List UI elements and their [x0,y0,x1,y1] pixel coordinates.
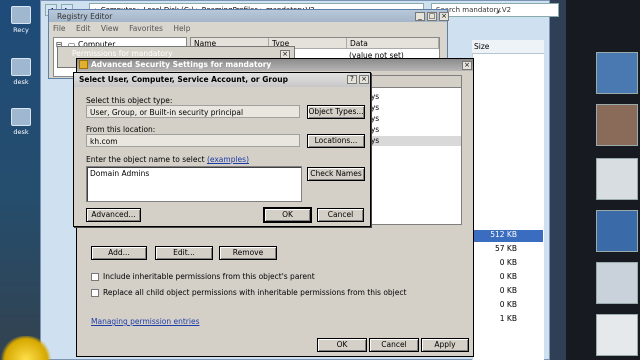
inherit-checkbox[interactable] [91,273,99,281]
check-names-button[interactable]: Check Names [307,167,365,181]
file-size[interactable]: 0 KB [473,258,543,270]
thumbnail[interactable] [596,52,638,94]
minimize-icon[interactable]: _ [415,12,425,21]
search-input[interactable]: Search mandatory.V2 [431,3,559,17]
file-size[interactable]: 0 KB [473,272,543,284]
desktop-icon-label: desk [13,78,29,86]
dialog-title: Advanced Security Settings for mandatory [77,59,473,71]
desktop-left: Recy desk desk [0,0,44,360]
close-icon[interactable]: × [462,61,472,70]
thumbnail-strip [566,0,640,360]
object-type-field: User, Group, or Built-in security princi… [86,105,300,118]
shield-icon [79,60,88,69]
desktop-icon-label: desk [13,128,29,136]
add-button[interactable]: Add... [91,246,147,260]
file-size-list: 512 KB 57 KB 0 KB 0 KB 0 KB 0 KB 1 KB [472,54,544,360]
recycle-bin-icon [11,6,31,24]
remove-button[interactable]: Remove [219,246,277,260]
desktop-icon-label: Recy [13,26,29,34]
examples-link[interactable]: (examples) [207,155,249,164]
search-icon[interactable]: ⌕ [496,7,500,17]
menu-edit[interactable]: Edit [76,24,91,33]
edit-button[interactable]: Edit... [155,246,213,260]
apply-button[interactable]: Apply [421,338,469,352]
thumbnail[interactable] [596,314,638,356]
cancel-button[interactable]: Cancel [317,208,364,222]
enter-name-text: Enter the object name to select [86,155,205,164]
column-data[interactable]: Data [347,38,439,49]
location-label: From this location: [86,125,156,134]
close-icon[interactable]: × [439,12,449,21]
locations-button[interactable]: Locations... [307,134,365,148]
file-size[interactable]: 0 KB [473,286,543,298]
replace-checkbox[interactable] [91,289,99,297]
close-icon[interactable]: × [359,75,369,84]
dialog-title: Select User, Computer, Service Account, … [74,73,370,87]
thumbnail[interactable] [596,158,638,200]
location-field: kh.com [86,134,300,147]
ok-button[interactable]: OK [317,338,367,352]
menu-view[interactable]: View [101,24,119,33]
computer-icon [11,108,31,126]
desktop-icon-1[interactable]: desk [6,58,36,86]
menu-file[interactable]: File [53,24,66,33]
window-title: Registry Editor [49,10,447,22]
file-size[interactable]: 0 KB [473,300,543,312]
size-column-header[interactable]: Size [472,40,544,54]
thumbnail[interactable] [596,262,638,304]
object-types-button[interactable]: Object Types... [307,105,365,119]
desktop-icon-2[interactable]: desk [6,108,36,136]
computer-icon [11,58,31,76]
desktop-icon-recycle-bin[interactable]: Recy [6,6,36,34]
menu-help[interactable]: Help [173,24,190,33]
dialog-title: Permissions for mandatory [72,49,173,58]
file-size[interactable]: 1 KB [473,314,543,326]
menu-favorites[interactable]: Favorites [129,24,163,33]
inherit-label: Include inheritable permissions from thi… [103,272,315,281]
file-size[interactable]: 57 KB [473,244,543,256]
help-icon[interactable]: ? [347,75,357,84]
thumbnail[interactable] [596,104,638,146]
replace-label: Replace all child object permissions wit… [103,288,407,297]
object-name-input[interactable]: Domain Admins [86,166,302,202]
thumbnail[interactable] [596,210,638,252]
maximize-icon[interactable]: □ [427,12,437,21]
ok-button[interactable]: OK [263,207,312,223]
cancel-button[interactable]: Cancel [369,338,419,352]
select-user-dialog: Select User, Computer, Service Account, … [73,72,371,227]
menu-bar: File Edit View Favorites Help [53,24,198,33]
enter-name-label: Enter the object name to select (example… [86,155,249,164]
managing-permissions-link[interactable]: Managing permission entries [91,317,200,326]
file-size[interactable]: 512 KB [473,230,543,242]
advanced-button[interactable]: Advanced... [86,208,141,222]
object-type-label: Select this object type: [86,96,173,105]
